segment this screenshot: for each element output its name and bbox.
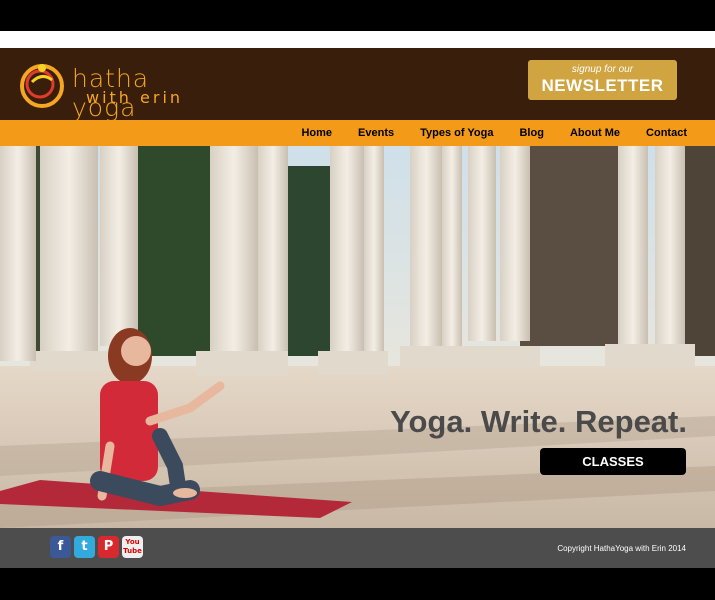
- youtube-icon[interactable]: You Tube: [122, 536, 143, 558]
- site-footer: f t P You Tube Copyright HathaYoga with …: [0, 528, 715, 568]
- facebook-icon[interactable]: f: [50, 536, 71, 558]
- nav-blog[interactable]: Blog: [519, 127, 543, 139]
- newsletter-big-label: NEWSLETTER: [541, 76, 664, 95]
- hero-tagline: Yoga. Write. Repeat.: [390, 404, 687, 439]
- twitter-icon[interactable]: t: [74, 536, 95, 558]
- social-links: f t P You Tube: [50, 536, 146, 558]
- nav-events[interactable]: Events: [358, 127, 394, 139]
- classes-button[interactable]: CLASSES: [540, 448, 686, 475]
- brand-subtitle: with erin: [86, 88, 184, 107]
- newsletter-small-label: signup for our: [571, 64, 634, 75]
- nav-about-me[interactable]: About Me: [570, 127, 620, 139]
- site-logo[interactable]: hatha yoga with erin: [18, 60, 218, 122]
- copyright-text: Copyright HathaYoga with Erin 2014: [557, 544, 686, 553]
- white-strip: [0, 31, 715, 48]
- nav-home[interactable]: Home: [301, 127, 332, 139]
- main-nav: Home Events Types of Yoga Blog About Me …: [0, 120, 715, 146]
- newsletter-signup-button[interactable]: signup for our NEWSLETTER: [528, 60, 677, 100]
- top-black-bar: [0, 0, 715, 31]
- hero-banner: Yoga. Write. Repeat. CLASSES: [0, 146, 715, 528]
- site-header: hatha yoga with erin signup for our NEWS…: [0, 48, 715, 122]
- pinterest-icon[interactable]: P: [98, 536, 119, 558]
- yoga-logo-icon: [20, 64, 64, 108]
- nav-types-of-yoga[interactable]: Types of Yoga: [420, 127, 493, 139]
- nav-contact[interactable]: Contact: [646, 127, 687, 139]
